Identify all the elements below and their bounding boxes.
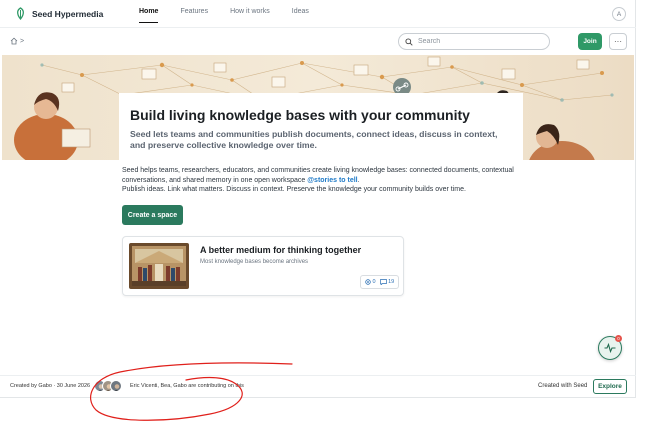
avatar: [110, 380, 122, 392]
search-icon: [405, 37, 413, 46]
created-with-text: Created with Seed: [538, 383, 588, 389]
comments-stat: 19: [379, 279, 395, 285]
nav-how-it-works[interactable]: How it works: [230, 8, 270, 23]
contributors-text: Eric Vicenti, Bea, Gabo are contributing…: [130, 383, 244, 389]
explore-button[interactable]: Explore: [593, 379, 627, 394]
brand-name: Seed Hypermedia: [32, 8, 104, 19]
document-description: Most knowledge bases become archives: [200, 259, 309, 265]
nav-ideas[interactable]: Ideas: [292, 8, 309, 23]
breadcrumb[interactable]: >: [10, 37, 24, 45]
nav-features[interactable]: Features: [180, 8, 208, 23]
document-title: A better medium for thinking together: [200, 245, 362, 255]
account-avatar[interactable]: A: [612, 7, 626, 21]
toolbar: > Join ···: [0, 28, 636, 55]
join-button[interactable]: Join: [578, 33, 602, 50]
lead-paragraph-2: Publish ideas. Link what matters. Discus…: [122, 186, 466, 193]
mentions-stat: 0: [365, 279, 376, 285]
search-input[interactable]: [418, 38, 538, 45]
seed-logo-icon: [17, 7, 24, 20]
document-thumbnail: [129, 243, 189, 289]
footer: Created by Gabo · 30 June 2026 Eric Vice…: [0, 375, 636, 397]
at-mention-icon: [365, 279, 371, 285]
lead-paragraph: Seed helps teams, researchers, educators…: [122, 166, 522, 185]
created-by-text: Created by Gabo · 30 June 2026: [10, 383, 91, 389]
more-options-button[interactable]: ···: [609, 33, 627, 50]
contributor-avatars[interactable]: [94, 380, 122, 392]
comments-count: 19: [388, 279, 395, 285]
brand[interactable]: Seed Hypermedia: [15, 7, 103, 20]
document-stats[interactable]: 0 19: [360, 275, 400, 289]
activity-pulse-icon: [604, 343, 616, 353]
hero-title: Build living knowledge bases with your c…: [130, 107, 470, 123]
activity-badge: 0: [615, 335, 622, 342]
create-space-button[interactable]: Create a space: [122, 205, 183, 225]
mentions-count: 0: [372, 279, 376, 285]
nav-home[interactable]: Home: [139, 8, 159, 23]
comment-icon: [379, 279, 387, 285]
lead-period: .: [357, 176, 360, 184]
home-icon: [10, 37, 18, 45]
hero-subtitle: Seed lets teams and communities publish …: [130, 129, 498, 150]
hero-card: Build living knowledge bases with your c…: [119, 93, 523, 161]
mention-link[interactable]: @stories to tell: [307, 177, 357, 184]
top-navigation: Seed Hypermedia Home Features How it wor…: [0, 0, 636, 28]
app-window: Seed Hypermedia Home Features How it wor…: [0, 0, 636, 398]
search-box[interactable]: [398, 33, 550, 50]
breadcrumb-separator: >: [20, 37, 25, 45]
nav-links: Home Features How it works Ideas: [139, 8, 331, 23]
document-card[interactable]: A better medium for thinking together Mo…: [122, 236, 404, 296]
